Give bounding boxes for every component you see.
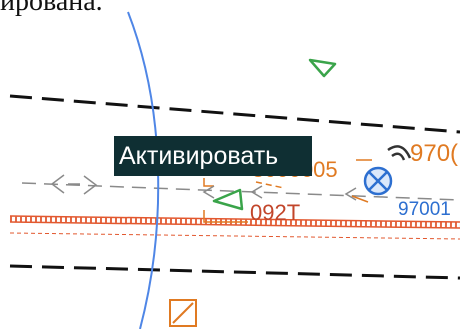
triangle-marker-icon[interactable]	[308, 58, 337, 78]
signal-arcs-icon	[387, 145, 412, 161]
map-label-code-left: 092T	[250, 200, 301, 225]
triangle-marker-icon-lower[interactable]	[212, 188, 244, 211]
activate-tooltip[interactable]: Активировать	[114, 136, 312, 176]
square-diagonal-icon[interactable]	[169, 299, 197, 327]
crossed-circle-icon[interactable]	[363, 166, 393, 196]
map-label-code-right-blue: 97001	[398, 199, 451, 220]
route-line-top	[9, 94, 460, 134]
map-label-code-right-top: 970(	[410, 140, 459, 167]
rail-track	[9, 215, 460, 240]
route-line-bottom	[9, 264, 460, 280]
